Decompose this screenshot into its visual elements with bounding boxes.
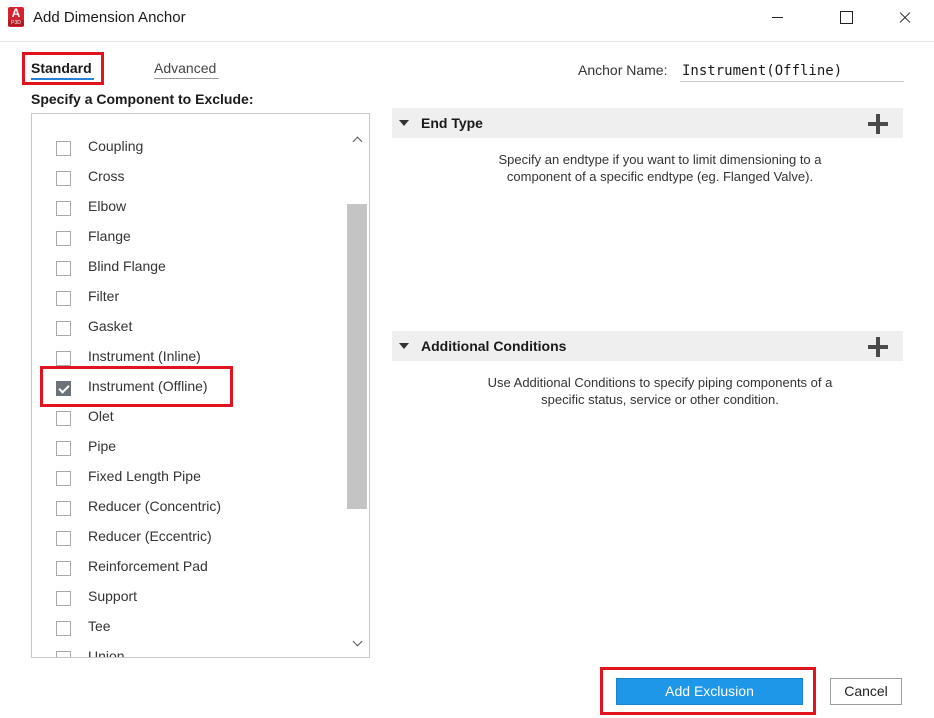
checkbox[interactable] <box>56 591 71 606</box>
title-divider <box>0 41 934 42</box>
component-exclude-label: Specify a Component to Exclude: <box>31 91 254 107</box>
app-icon-sub: P3D <box>8 20 24 26</box>
list-item[interactable]: Filter <box>32 283 346 313</box>
list-item[interactable]: Flange <box>32 223 346 253</box>
window-title: Add Dimension Anchor <box>33 9 186 26</box>
additional-conditions-description: Use Additional Conditions to specify pip… <box>430 374 890 408</box>
end-type-section-header[interactable]: End Type <box>392 108 903 138</box>
minimize-icon[interactable] <box>754 0 800 34</box>
end-type-description-line2: component of a specific endtype (eg. Fla… <box>506 169 814 184</box>
checkbox[interactable] <box>56 621 71 636</box>
anchor-name-field[interactable] <box>680 60 904 82</box>
list-item[interactable]: Reducer (Eccentric) <box>32 523 346 553</box>
collapse-triangle-icon[interactable] <box>399 343 409 349</box>
checkbox[interactable] <box>56 321 71 336</box>
end-type-title: End Type <box>421 115 483 131</box>
autocad-plant3d-app-icon: A P3D <box>8 7 24 27</box>
additional-conditions-title: Additional Conditions <box>421 338 567 354</box>
checkbox[interactable] <box>56 261 71 276</box>
list-item[interactable]: Blind Flange <box>32 253 346 283</box>
additional-conditions-description-line2: specific status, service or other condit… <box>541 392 779 407</box>
list-item[interactable]: Support <box>32 583 346 613</box>
checkbox[interactable] <box>56 231 71 246</box>
list-item[interactable]: Fixed Length Pipe <box>32 463 346 493</box>
list-item[interactable]: Reinforcement Pad <box>32 553 346 583</box>
checkbox[interactable] <box>56 291 71 306</box>
list-item-label: Tee <box>88 618 111 634</box>
collapse-triangle-icon[interactable] <box>399 120 409 126</box>
app-icon-letter: A <box>11 6 21 20</box>
list-item[interactable]: Cross <box>32 163 346 193</box>
list-item-label: Flange <box>88 228 131 244</box>
cancel-button[interactable]: Cancel <box>830 678 902 705</box>
list-item-label: Pipe <box>88 438 117 454</box>
checkbox[interactable] <box>56 501 71 516</box>
scroll-up-icon[interactable] <box>350 134 364 146</box>
checkbox[interactable] <box>56 201 71 216</box>
checkbox[interactable] <box>56 351 71 366</box>
list-item-label: Reducer (Eccentric) <box>88 528 212 544</box>
highlight-box-add-exclusion <box>600 667 816 715</box>
scrollbar-thumb[interactable] <box>347 204 367 509</box>
list-item[interactable]: Reducer (Concentric) <box>32 493 346 523</box>
list-item-label: Elbow <box>88 198 127 214</box>
title-bar: A P3D Add Dimension Anchor <box>0 0 934 36</box>
list-item[interactable]: Elbow <box>32 193 346 223</box>
highlight-box-instrument-offline <box>40 366 233 407</box>
checkbox[interactable] <box>56 171 71 186</box>
highlight-box-standard-tab <box>22 52 104 85</box>
checkbox[interactable] <box>56 561 71 576</box>
additional-conditions-description-line1: Use Additional Conditions to specify pip… <box>487 375 833 390</box>
list-item-label: Filter <box>88 288 120 304</box>
list-item[interactable]: Union <box>32 643 346 658</box>
checkbox[interactable] <box>56 441 71 456</box>
list-item[interactable]: Pipe <box>32 433 346 463</box>
end-type-description: Specify an endtype if you want to limit … <box>430 151 890 185</box>
list-item-label: Blind Flange <box>88 258 166 274</box>
checkbox[interactable] <box>56 411 71 426</box>
checkbox[interactable] <box>56 471 71 486</box>
list-item-label: Cross <box>88 168 125 184</box>
anchor-name-label: Anchor Name: <box>578 62 668 78</box>
list-item-label: Instrument (Inline) <box>88 348 201 364</box>
add-end-type-plus-icon[interactable] <box>868 114 888 134</box>
list-item[interactable]: Tee <box>32 613 346 643</box>
list-item[interactable]: Gasket <box>32 313 346 343</box>
end-type-description-line1: Specify an endtype if you want to limit … <box>498 152 822 167</box>
list-item-label: Olet <box>88 408 114 424</box>
checkbox[interactable] <box>56 531 71 546</box>
list-item-label: Reducer (Concentric) <box>88 498 222 514</box>
close-icon[interactable] <box>882 0 928 34</box>
tab-advanced-label: Advanced <box>154 60 217 76</box>
tab-advanced[interactable]: Advanced <box>154 60 219 79</box>
checkbox[interactable] <box>56 651 71 657</box>
maximize-icon[interactable] <box>822 0 868 34</box>
list-item-label: Support <box>88 588 138 604</box>
list-item[interactable]: Olet <box>32 403 346 433</box>
additional-conditions-section-header[interactable]: Additional Conditions <box>392 331 903 361</box>
tab-advanced-underline <box>154 78 219 79</box>
list-item-label: Reinforcement Pad <box>88 558 208 574</box>
add-condition-plus-icon[interactable] <box>868 337 888 357</box>
list-item[interactable]: Coupling <box>32 133 346 163</box>
scroll-down-icon[interactable] <box>350 637 364 649</box>
list-item-label: Coupling <box>88 138 144 154</box>
list-item-label: Fixed Length Pipe <box>88 468 201 484</box>
list-item-label: Gasket <box>88 318 133 334</box>
list-item-label: Union <box>88 648 125 658</box>
checkbox[interactable] <box>56 141 71 156</box>
